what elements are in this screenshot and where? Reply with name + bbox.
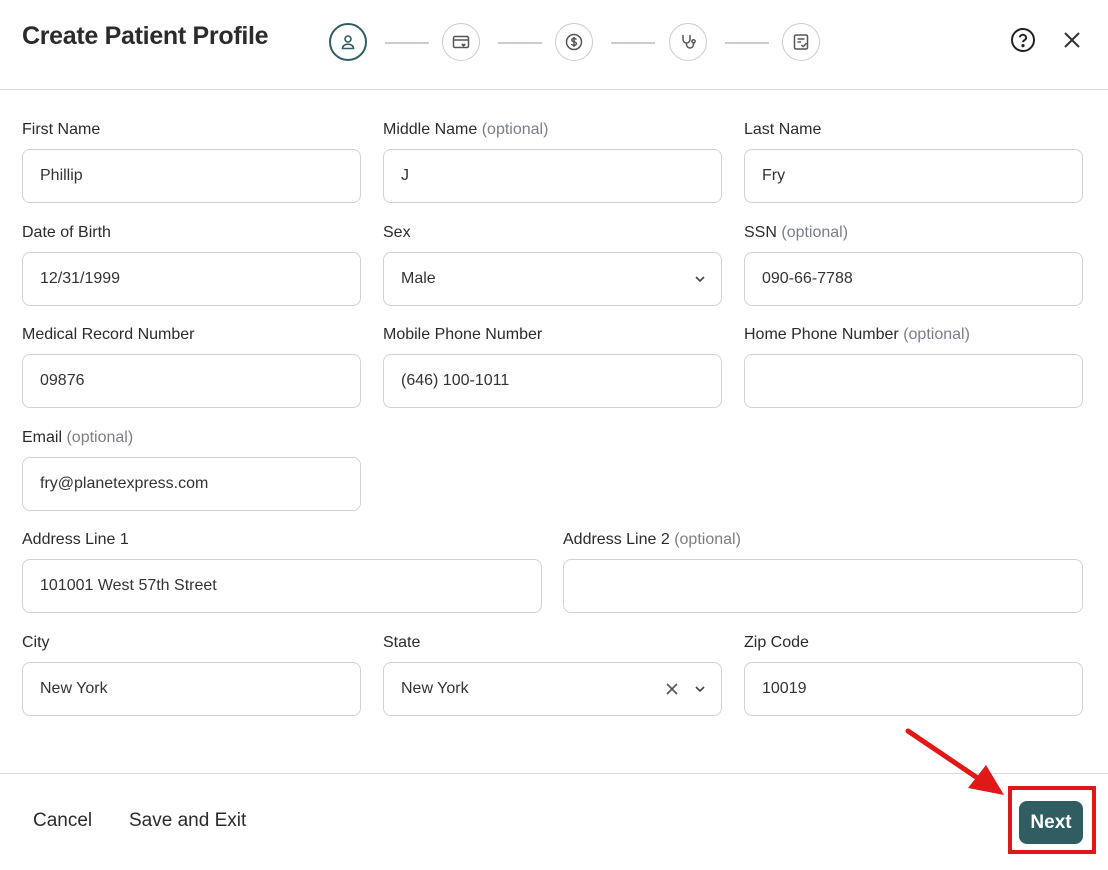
middle-name-label: Middle Name (optional) bbox=[383, 121, 549, 138]
user-icon bbox=[341, 35, 355, 50]
close-button[interactable] bbox=[1058, 26, 1086, 54]
last-name-label: Last Name bbox=[744, 121, 822, 138]
state-select[interactable]: New York bbox=[383, 662, 722, 716]
mrn-value: 09876 bbox=[40, 372, 85, 389]
address1-input[interactable]: 101001 West 57th Street bbox=[22, 559, 542, 613]
home-phone-label: Home Phone Number (optional) bbox=[744, 326, 970, 343]
address2-input[interactable] bbox=[563, 559, 1083, 613]
city-label: City bbox=[22, 634, 50, 651]
checklist-icon bbox=[793, 34, 809, 50]
zip-label: Zip Code bbox=[744, 634, 809, 651]
zip-input[interactable]: 10019 bbox=[744, 662, 1083, 716]
ssn-label: SSN (optional) bbox=[744, 224, 849, 241]
city-value: New York bbox=[40, 680, 108, 697]
help-button[interactable] bbox=[1009, 26, 1037, 54]
dollar-icon bbox=[565, 33, 583, 51]
sex-label: Sex bbox=[383, 224, 411, 241]
email-input[interactable]: fry@planetexpress.com bbox=[22, 457, 361, 511]
step-connector bbox=[385, 42, 429, 44]
mobile-phone-value: (646) 100-1011 bbox=[401, 372, 510, 389]
last-name-value: Fry bbox=[762, 167, 786, 184]
dob-label: Date of Birth bbox=[22, 224, 111, 241]
middle-name-input[interactable]: J bbox=[383, 149, 722, 203]
dob-input[interactable]: 12/31/1999 bbox=[22, 252, 361, 306]
first-name-label: First Name bbox=[22, 121, 101, 138]
zip-value: 10019 bbox=[762, 680, 807, 697]
chevron-down-icon bbox=[695, 686, 705, 693]
first-name-value: Phillip bbox=[40, 167, 83, 184]
dob-value: 12/31/1999 bbox=[40, 270, 121, 287]
step-billing[interactable] bbox=[555, 23, 593, 61]
city-input[interactable]: New York bbox=[22, 662, 361, 716]
middle-name-value: J bbox=[401, 167, 409, 184]
mobile-phone-label: Mobile Phone Number bbox=[383, 326, 543, 343]
page-title: Create Patient Profile bbox=[22, 22, 269, 50]
state-label: State bbox=[383, 634, 421, 651]
address2-label: Address Line 2 (optional) bbox=[563, 531, 741, 548]
annotation-arrow bbox=[905, 728, 1004, 795]
stethoscope-icon bbox=[682, 35, 696, 49]
close-icon bbox=[1064, 32, 1080, 48]
step-patient-info[interactable] bbox=[329, 23, 367, 61]
mrn-label: Medical Record Number bbox=[22, 326, 195, 343]
annotation-highlight-box bbox=[1008, 786, 1096, 854]
question-circle-icon bbox=[1011, 28, 1035, 52]
mrn-input[interactable]: 09876 bbox=[22, 354, 361, 408]
email-value: fry@planetexpress.com bbox=[40, 475, 209, 492]
cancel-button[interactable]: Cancel bbox=[33, 810, 92, 832]
step-review[interactable] bbox=[782, 23, 820, 61]
chevron-down-icon bbox=[695, 276, 705, 283]
step-connector bbox=[611, 42, 655, 44]
step-medical[interactable] bbox=[669, 23, 707, 61]
state-value: New York bbox=[401, 680, 469, 697]
home-phone-input[interactable] bbox=[744, 354, 1083, 408]
step-connector bbox=[498, 42, 542, 44]
ssn-value: 090-66-7788 bbox=[762, 270, 853, 287]
address1-label: Address Line 1 bbox=[22, 531, 129, 548]
email-label: Email (optional) bbox=[22, 429, 134, 446]
last-name-input[interactable]: Fry bbox=[744, 149, 1083, 203]
step-connector bbox=[725, 42, 769, 44]
address1-value: 101001 West 57th Street bbox=[40, 577, 217, 594]
card-heart-icon bbox=[452, 35, 470, 49]
step-insurance[interactable] bbox=[442, 23, 480, 61]
save-and-exit-button[interactable]: Save and Exit bbox=[129, 810, 246, 832]
ssn-input[interactable]: 090-66-7788 bbox=[744, 252, 1083, 306]
sex-value: Male bbox=[401, 270, 436, 287]
sex-select[interactable]: Male bbox=[383, 252, 722, 306]
first-name-input[interactable]: Phillip bbox=[22, 149, 361, 203]
clear-icon[interactable] bbox=[665, 682, 679, 696]
modal-header: Create Patient Profile bbox=[0, 0, 1108, 90]
mobile-phone-input[interactable]: (646) 100-1011 bbox=[383, 354, 722, 408]
